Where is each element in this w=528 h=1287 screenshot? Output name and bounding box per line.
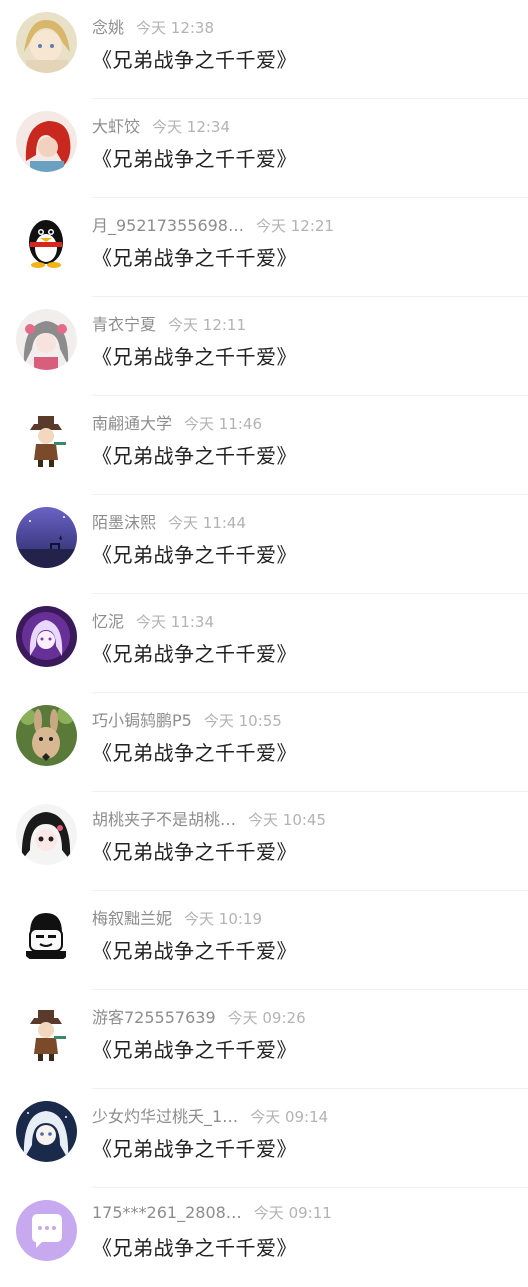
user-name[interactable]: 忆泥 <box>92 612 124 631</box>
comment-meta: 念姚 今天 12:38 <box>92 14 215 37</box>
comment-text: 《兄弟战争之千千爱》 <box>92 1038 297 1062</box>
user-avatar[interactable] <box>16 111 77 172</box>
comment-meta: 青衣宁夏 今天 12:11 <box>92 311 247 334</box>
comment-text: 《兄弟战争之千千爱》 <box>92 741 297 765</box>
user-avatar[interactable] <box>16 210 77 271</box>
user-name[interactable]: 巧小锔鸫鹏P5 <box>92 711 192 730</box>
comment-text: 《兄弟战争之千千爱》 <box>92 345 297 369</box>
comment-time: 今天 12:11 <box>168 316 247 334</box>
comment-list: 念姚 今天 12:38 《兄弟战争之千千爱》 大虾饺 今天 12:34 《兄弟战争之… <box>0 0 528 1280</box>
comment-time: 今天 12:38 <box>136 19 215 37</box>
comment-meta: 南翩通大学 今天 11:46 <box>92 410 263 433</box>
comment-text: 《兄弟战争之千千爱》 <box>92 840 297 864</box>
comment-meta: 梅叙黜兰妮 今天 10:19 <box>92 905 263 928</box>
user-avatar[interactable] <box>16 804 77 865</box>
comment-item[interactable]: 月_95217355698… 今天 12:21 《兄弟战争之千千爱》 <box>0 198 528 297</box>
comment-item[interactable]: 青衣宁夏 今天 12:11 《兄弟战争之千千爱》 <box>0 297 528 396</box>
user-name[interactable]: 175***261_2808… <box>92 1203 242 1222</box>
comment-meta: 游客725557639 今天 09:26 <box>92 1004 306 1027</box>
comment-text: 《兄弟战争之千千爱》 <box>92 1236 297 1260</box>
comment-text: 《兄弟战争之千千爱》 <box>92 48 297 72</box>
user-avatar[interactable] <box>16 408 77 469</box>
comment-time: 今天 10:19 <box>184 910 263 928</box>
comment-item[interactable]: 少女灼华过桃夭_1… 今天 09:14 《兄弟战争之千千爱》 <box>0 1089 528 1188</box>
comment-time: 今天 12:34 <box>152 118 231 136</box>
comment-time: 今天 10:55 <box>203 712 282 730</box>
comment-meta: 陌墨沫熙 今天 11:44 <box>92 509 247 532</box>
comment-item[interactable]: 大虾饺 今天 12:34 《兄弟战争之千千爱》 <box>0 99 528 198</box>
comment-meta: 巧小锔鸫鹏P5 今天 10:55 <box>92 707 282 730</box>
comment-time: 今天 10:45 <box>248 811 327 829</box>
comment-meta: 175***261_2808… 今天 09:11 <box>92 1202 332 1224</box>
comment-item[interactable]: 胡桃夹子不是胡桃… 今天 10:45 《兄弟战争之千千爱》 <box>0 792 528 891</box>
comment-time: 今天 11:34 <box>136 613 215 631</box>
user-avatar[interactable] <box>16 1002 77 1063</box>
user-name[interactable]: 南翩通大学 <box>92 414 172 433</box>
comment-time: 今天 11:44 <box>168 514 247 532</box>
user-avatar[interactable] <box>16 1200 77 1261</box>
comment-text: 《兄弟战争之千千爱》 <box>92 246 297 270</box>
comment-item[interactable]: 忆泥 今天 11:34 《兄弟战争之千千爱》 <box>0 594 528 693</box>
user-avatar[interactable] <box>16 507 77 568</box>
comment-time: 今天 09:14 <box>250 1108 329 1126</box>
comment-meta: 大虾饺 今天 12:34 <box>92 113 231 136</box>
comment-item[interactable]: 念姚 今天 12:38 《兄弟战争之千千爱》 <box>0 0 528 99</box>
comment-text: 《兄弟战争之千千爱》 <box>92 444 297 468</box>
user-name[interactable]: 念姚 <box>92 18 124 37</box>
user-name[interactable]: 青衣宁夏 <box>92 315 156 334</box>
comment-text: 《兄弟战争之千千爱》 <box>92 543 297 567</box>
comment-text: 《兄弟战争之千千爱》 <box>92 147 297 171</box>
comment-text: 《兄弟战争之千千爱》 <box>92 1137 297 1161</box>
user-name[interactable]: 梅叙黜兰妮 <box>92 909 172 928</box>
comment-meta: 胡桃夹子不是胡桃… 今天 10:45 <box>92 806 327 829</box>
comment-item[interactable]: 陌墨沫熙 今天 11:44 《兄弟战争之千千爱》 <box>0 495 528 594</box>
comment-time: 今天 09:26 <box>227 1009 306 1027</box>
user-name[interactable]: 胡桃夹子不是胡桃… <box>92 810 236 829</box>
user-avatar[interactable] <box>16 1101 77 1162</box>
user-name[interactable]: 少女灼华过桃夭_1… <box>92 1107 238 1126</box>
user-avatar[interactable] <box>16 705 77 766</box>
comment-time: 今天 12:21 <box>255 217 334 235</box>
comment-meta: 忆泥 今天 11:34 <box>92 608 215 631</box>
user-name[interactable]: 大虾饺 <box>92 117 140 136</box>
comment-meta: 月_95217355698… 今天 12:21 <box>92 212 334 235</box>
user-name[interactable]: 游客725557639 <box>92 1008 216 1027</box>
user-avatar[interactable] <box>16 309 77 370</box>
user-avatar[interactable] <box>16 12 77 73</box>
comment-item[interactable]: 巧小锔鸫鹏P5 今天 10:55 《兄弟战争之千千爱》 <box>0 693 528 792</box>
user-avatar[interactable] <box>16 606 77 667</box>
user-avatar[interactable] <box>16 903 77 964</box>
user-name[interactable]: 月_95217355698… <box>92 216 244 235</box>
comment-text: 《兄弟战争之千千爱》 <box>92 642 297 666</box>
comment-item[interactable]: 梅叙黜兰妮 今天 10:19 《兄弟战争之千千爱》 <box>0 891 528 990</box>
comment-meta: 少女灼华过桃夭_1… 今天 09:14 <box>92 1103 329 1126</box>
comment-item[interactable]: 南翩通大学 今天 11:46 《兄弟战争之千千爱》 <box>0 396 528 495</box>
comment-item[interactable]: 175***261_2808… 今天 09:11 《兄弟战争之千千爱》 <box>0 1188 528 1287</box>
comment-item[interactable]: 游客725557639 今天 09:26 《兄弟战争之千千爱》 <box>0 990 528 1089</box>
comment-text: 《兄弟战争之千千爱》 <box>92 939 297 963</box>
user-name[interactable]: 陌墨沫熙 <box>92 513 156 532</box>
comment-time: 今天 09:11 <box>253 1204 332 1222</box>
comment-time: 今天 11:46 <box>184 415 263 433</box>
